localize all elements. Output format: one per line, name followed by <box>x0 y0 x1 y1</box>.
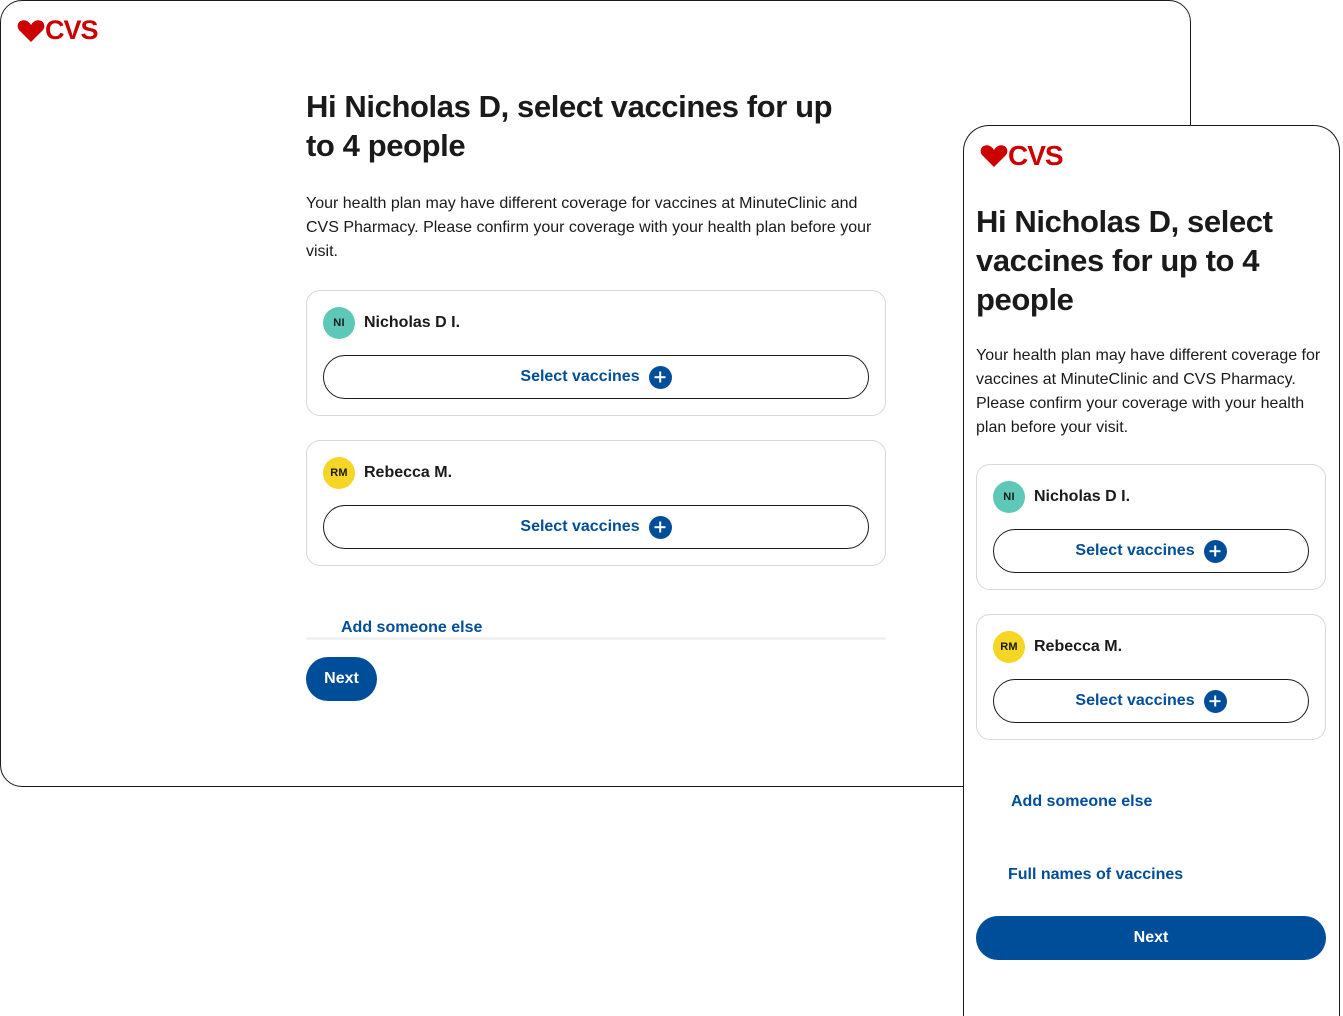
person-name: Rebecca M. <box>1034 638 1123 655</box>
person-card: RM Rebecca M. Select vaccines <box>976 614 1326 740</box>
person-name: Nicholas D I. <box>1034 488 1131 505</box>
coverage-description: Your health plan may have different cove… <box>306 195 872 260</box>
select-vaccines-label: Select vaccines <box>520 518 640 535</box>
page-title: Hi Nicholas D, select vaccines for up to… <box>306 89 833 163</box>
cvs-logo[interactable]: CVS <box>17 15 99 46</box>
select-vaccines-label: Select vaccines <box>520 368 640 385</box>
main-content: Hi Nicholas D, select vaccines for up to… <box>306 87 886 637</box>
select-vaccines-button[interactable]: Select vaccines <box>323 505 869 549</box>
person-name: Rebecca M. <box>364 464 453 481</box>
plus-circle-icon <box>648 515 672 539</box>
select-vaccines-label: Select vaccines <box>1075 542 1195 559</box>
avatar: RM <box>323 457 355 489</box>
select-vaccines-label: Select vaccines <box>1075 692 1195 709</box>
person-name: Nicholas D I. <box>364 314 461 331</box>
heart-icon <box>980 145 1008 167</box>
select-vaccines-button[interactable]: Select vaccines <box>323 355 869 399</box>
person-row: RM Rebecca M. <box>323 457 869 489</box>
avatar: RM <box>993 631 1025 663</box>
avatar: NI <box>993 481 1025 513</box>
full-names-of-vaccines-link[interactable]: Full names of vaccines <box>1008 866 1326 884</box>
main-content: Hi Nicholas D, select vaccines for up to… <box>976 202 1326 884</box>
logo-text: CVS <box>45 15 99 45</box>
divider <box>306 637 886 640</box>
mobile-frame: CVS Hi Nicholas D, select vaccines for u… <box>963 125 1340 1016</box>
person-row: NI Nicholas D I. <box>323 307 869 339</box>
heart-icon <box>17 19 45 42</box>
next-button[interactable]: Next <box>976 916 1326 960</box>
person-row: NI Nicholas D I. <box>993 481 1309 513</box>
add-someone-else-link[interactable]: Add someone else <box>1011 793 1326 811</box>
coverage-description: Your health plan may have different cove… <box>976 347 1321 436</box>
person-card: RM Rebecca M. Select vaccines <box>306 440 886 566</box>
next-button[interactable]: Next <box>306 657 377 701</box>
person-card: NI Nicholas D I. Select vaccines <box>306 290 886 416</box>
select-vaccines-button[interactable]: Select vaccines <box>993 529 1309 573</box>
cvs-logo[interactable]: CVS <box>980 140 1064 172</box>
add-someone-else-link[interactable]: Add someone else <box>341 619 886 637</box>
plus-circle-icon <box>1203 539 1227 563</box>
page-title: Hi Nicholas D, select vaccines for up to… <box>976 204 1273 317</box>
plus-circle-icon <box>648 365 672 389</box>
select-vaccines-button[interactable]: Select vaccines <box>993 679 1309 723</box>
person-row: RM Rebecca M. <box>993 631 1309 663</box>
plus-circle-icon <box>1203 689 1227 713</box>
avatar: NI <box>323 307 355 339</box>
logo-text: CVS <box>1008 140 1064 171</box>
person-card: NI Nicholas D I. Select vaccines <box>976 464 1326 590</box>
